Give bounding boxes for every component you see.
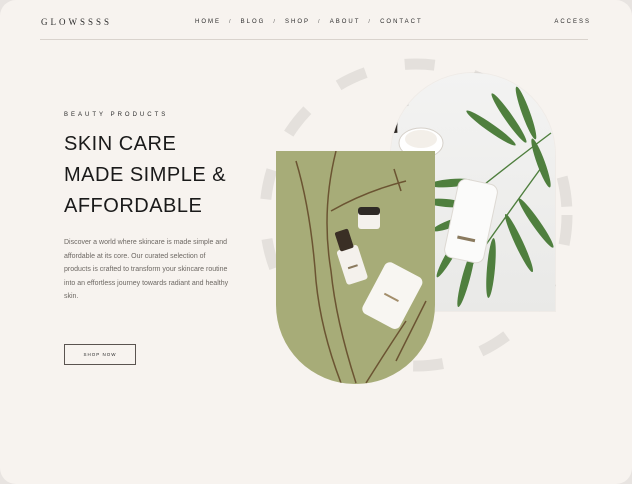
account-link[interactable]: ACCESS xyxy=(554,19,591,25)
hero-title-line: SKIN CARE xyxy=(64,133,177,155)
nav-separator: / xyxy=(368,19,373,25)
hero-title: SKIN CARE MADE SIMPLE & AFFORDABLE xyxy=(64,129,264,222)
landing-page: GLOWSSSS HOME / BLOG / SHOP / ABOUT / CO… xyxy=(0,0,632,484)
nav-home[interactable]: HOME xyxy=(195,19,221,25)
nav-separator: / xyxy=(318,19,322,25)
serum-and-cream-image xyxy=(295,151,427,384)
brand-logo[interactable]: GLOWSSSS xyxy=(41,17,112,27)
nav-separator: / xyxy=(273,19,278,25)
nav-separator: / xyxy=(229,19,233,25)
product-photo-front xyxy=(276,151,435,384)
nav-about[interactable]: ABOUT xyxy=(330,19,361,25)
nav-contact[interactable]: CONTACT xyxy=(380,19,423,25)
header-divider xyxy=(40,39,588,40)
hero-title-line: MADE SIMPLE & xyxy=(64,164,227,186)
hero-description: Discover a world where skincare is made … xyxy=(64,239,229,300)
hero-artwork xyxy=(250,50,590,390)
shop-now-button[interactable]: SHOP NOW xyxy=(64,344,136,365)
nav-shop[interactable]: SHOP xyxy=(285,19,310,25)
nav-blog[interactable]: BLOG xyxy=(241,19,266,25)
hero-title-line: AFFORDABLE xyxy=(64,195,203,217)
hero-eyebrow: BEAUTY PRODUCTS xyxy=(64,112,169,118)
main-nav: HOME / BLOG / SHOP / ABOUT / CONTACT xyxy=(195,19,423,25)
